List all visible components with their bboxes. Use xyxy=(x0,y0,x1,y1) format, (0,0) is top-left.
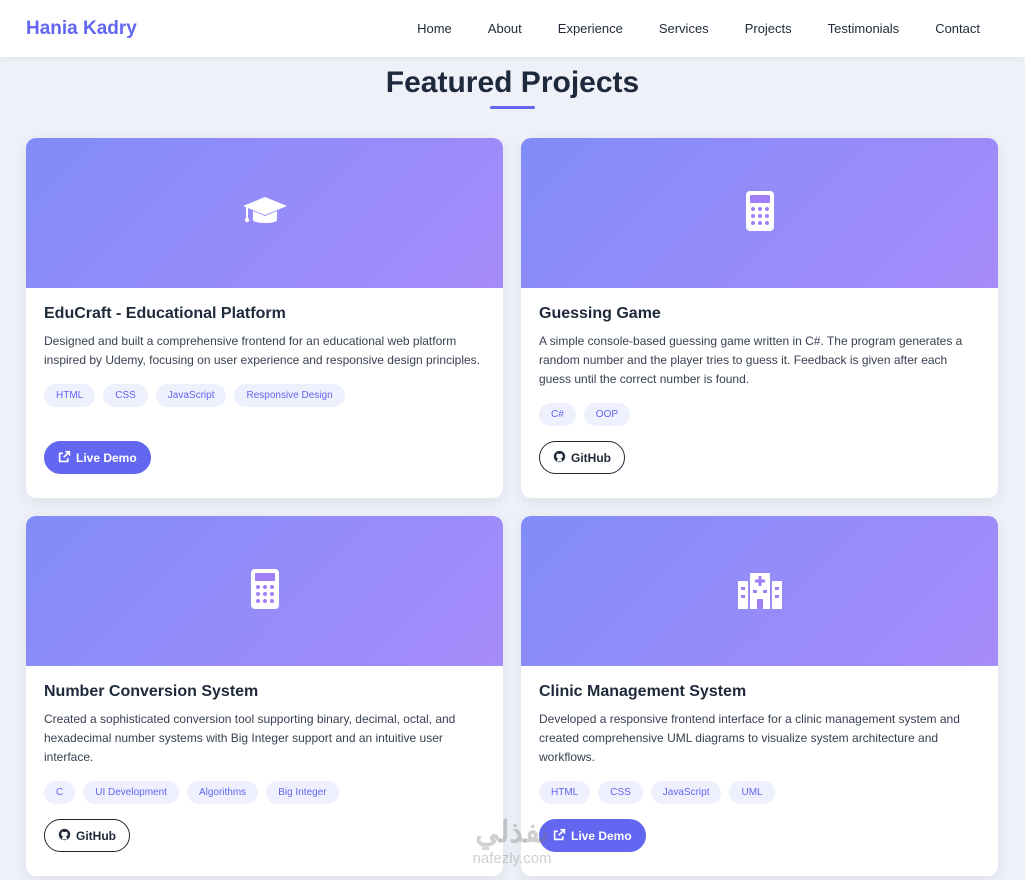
project-title: EduCraft - Educational Platform xyxy=(44,305,286,322)
tech-tag: CSS xyxy=(598,781,643,804)
project-card-guessing-game: Guessing Game A simple console-based gue… xyxy=(521,138,998,498)
nav-link-testimonials[interactable]: Testimonials xyxy=(828,21,900,36)
nav-link-about[interactable]: About xyxy=(488,21,522,36)
tech-tag: Responsive Design xyxy=(234,384,345,407)
section-title: Featured Projects xyxy=(385,66,640,99)
tech-tag: UI Development xyxy=(83,781,179,804)
github-icon xyxy=(553,450,566,466)
nav-link-services[interactable]: Services xyxy=(659,21,709,36)
github-button[interactable]: GitHub xyxy=(539,441,625,474)
project-title: Number Conversion System xyxy=(44,683,259,700)
github-button[interactable]: GitHub xyxy=(44,819,130,852)
calculator-icon xyxy=(736,187,784,240)
project-card-clinic-management: Clinic Management System Developed a res… xyxy=(521,516,998,876)
project-title: Clinic Management System xyxy=(539,683,747,700)
tech-tag: CSS xyxy=(103,384,148,407)
brand-logo[interactable]: Hania Kadry xyxy=(26,18,137,40)
nav-link-contact[interactable]: Contact xyxy=(935,21,980,36)
tech-tag: C# xyxy=(539,403,576,426)
tech-tag: HTML xyxy=(539,781,591,804)
button-label: GitHub xyxy=(571,450,611,465)
graduation-cap-icon xyxy=(241,187,289,240)
live-demo-button[interactable]: Live Demo xyxy=(44,441,151,474)
button-label: Live Demo xyxy=(76,450,137,465)
tech-tag: Algorithms xyxy=(186,781,259,804)
project-description: Designed and built a comprehensive front… xyxy=(44,334,481,367)
nav-links: Home About Experience Services Projects … xyxy=(381,21,980,36)
github-icon xyxy=(58,828,71,844)
tech-tag: Big Integer xyxy=(266,781,339,804)
external-link-icon xyxy=(553,828,566,844)
title-underline xyxy=(490,106,535,109)
project-banner xyxy=(521,516,998,666)
tech-tags: C UI Development Algorithms Big Integer xyxy=(44,781,485,804)
tech-tags: HTML CSS JavaScript Responsive Design xyxy=(44,384,485,407)
button-label: GitHub xyxy=(76,828,116,843)
project-card-number-conversion: Number Conversion System Created a sophi… xyxy=(26,516,503,876)
external-link-icon xyxy=(58,450,71,466)
tech-tags: HTML CSS JavaScript UML xyxy=(539,781,980,804)
tech-tags: C# OOP xyxy=(539,403,980,426)
project-banner xyxy=(26,516,503,666)
project-card-educraft: EduCraft - Educational Platform Designed… xyxy=(26,138,503,498)
tech-tag: JavaScript xyxy=(650,781,722,804)
project-description: Created a sophisticated conversion tool … xyxy=(44,712,456,764)
project-banner xyxy=(521,138,998,288)
tech-tag: JavaScript xyxy=(155,384,227,407)
hospital-icon xyxy=(736,565,784,618)
nav-link-home[interactable]: Home xyxy=(417,21,452,36)
tech-tag: OOP xyxy=(583,403,631,426)
calculator-icon xyxy=(241,565,289,618)
tech-tag: HTML xyxy=(44,384,96,407)
button-label: Live Demo xyxy=(571,828,632,843)
tech-tag: C xyxy=(44,781,76,804)
project-banner xyxy=(26,138,503,288)
live-demo-button[interactable]: Live Demo xyxy=(539,819,646,852)
nav-link-experience[interactable]: Experience xyxy=(558,21,623,36)
nav-link-projects[interactable]: Projects xyxy=(745,21,792,36)
tech-tag: UML xyxy=(729,781,775,804)
project-description: A simple console-based guessing game wri… xyxy=(539,334,963,386)
project-description: Developed a responsive frontend interfac… xyxy=(539,712,960,764)
project-title: Guessing Game xyxy=(539,305,661,322)
top-navbar: Hania Kadry Home About Experience Servic… xyxy=(0,0,1025,57)
